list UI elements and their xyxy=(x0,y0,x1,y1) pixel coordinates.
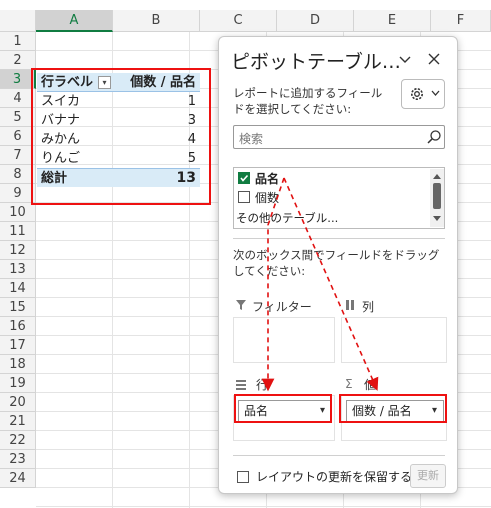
annotation-arrows xyxy=(261,177,379,392)
row-drag-arrow xyxy=(261,177,285,392)
value-drag-arrow xyxy=(283,177,379,391)
